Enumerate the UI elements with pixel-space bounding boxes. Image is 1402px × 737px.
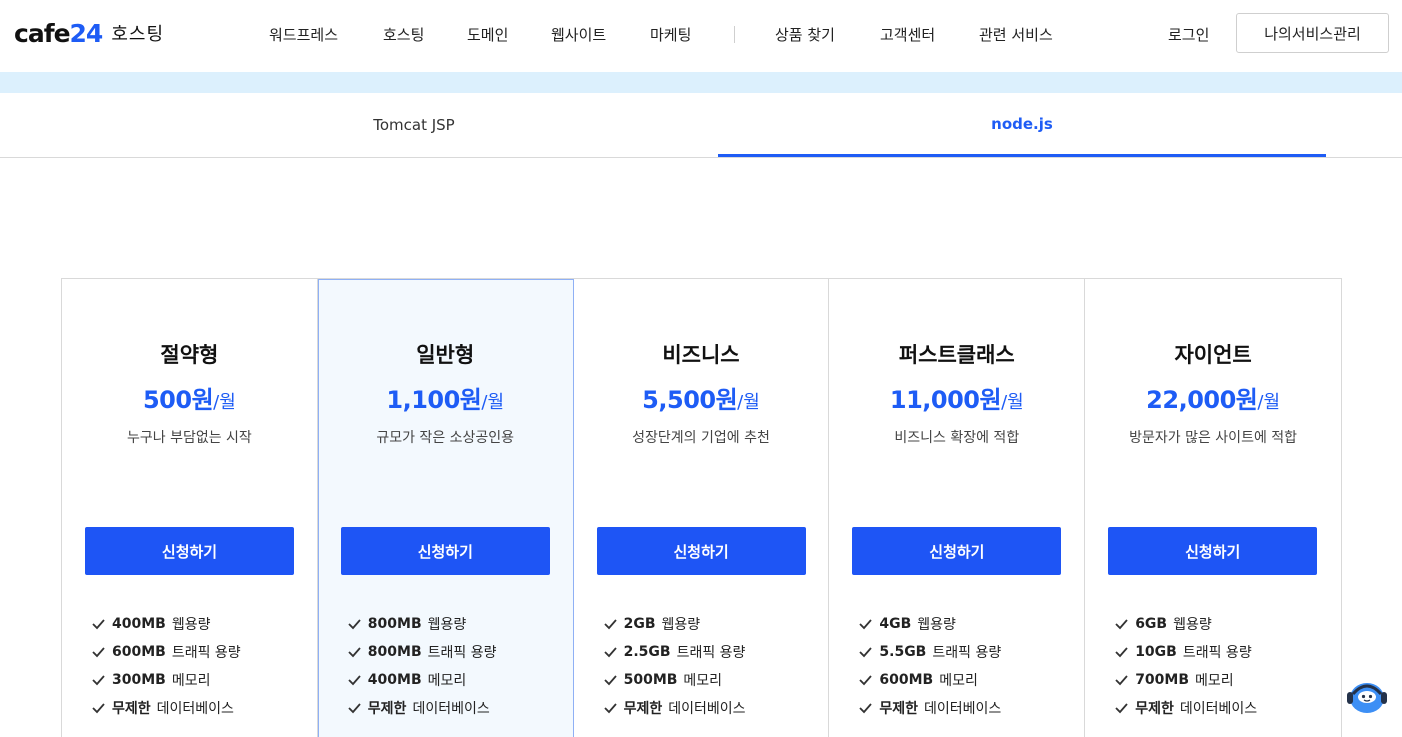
check-icon	[603, 619, 617, 630]
plan-card-firstclass: 퍼스트클래스 11,000원/월 비즈니스 확장에 적합 신청하기 4GB 웹용량…	[829, 279, 1086, 737]
check-icon	[1115, 703, 1128, 714]
check-icon	[92, 703, 105, 714]
feature-item: 5.5GB 트래픽 용량	[858, 638, 1001, 666]
check-icon	[92, 675, 105, 686]
my-service-button[interactable]: 나의서비스관리	[1236, 13, 1389, 53]
feature-item: 600MB 트래픽 용량	[91, 638, 241, 666]
feature-item: 800MB 트래픽 용량	[347, 638, 496, 666]
feature-item: 무제한 데이터베이스	[603, 694, 746, 722]
plan-name: 자이언트	[1174, 343, 1252, 367]
feature-item: 무제한 데이터베이스	[858, 694, 1001, 722]
feature-item: 무제한 데이터베이스	[347, 694, 497, 722]
logo-mark: cafe24	[14, 18, 103, 48]
check-icon	[348, 675, 361, 686]
login-link[interactable]: 로그인	[1168, 24, 1209, 45]
feature-item: 300MB 메모리	[91, 666, 241, 694]
feature-item: 무제한 데이터베이스	[91, 694, 241, 722]
check-icon	[1115, 647, 1128, 658]
tab-tomcat-jsp[interactable]: Tomcat JSP	[110, 93, 718, 157]
logo-subtitle: 호스팅	[111, 24, 165, 45]
plan-card-saver: 절약형 500원/월 누구나 부담없는 시작 신청하기 400MB 웹용량 600…	[62, 279, 318, 737]
nav-item-find-product[interactable]: 상품 찾기	[775, 24, 835, 45]
plan-description: 성장단계의 기업에 추천	[632, 430, 770, 446]
plan-name: 비즈니스	[662, 343, 740, 367]
feature-item: 10GB 트래픽 용량	[1114, 638, 1257, 666]
plan-card-business: 비즈니스 5,500원/월 성장단계의 기업에 추천 신청하기 2GB 웹용량 2…	[574, 279, 830, 737]
check-icon	[92, 619, 105, 630]
check-icon	[348, 703, 361, 714]
nav-item-hosting[interactable]: 호스팅	[383, 24, 424, 45]
feature-item: 600MB 메모리	[858, 666, 1001, 694]
plan-price: 11,000원/월	[889, 386, 1024, 414]
plan-card-standard: 일반형 1,100원/월 규모가 작은 소상공인용 신청하기 800MB 웹용량 …	[317, 279, 574, 737]
apply-button[interactable]: 신청하기	[85, 527, 294, 575]
nav-item-wordpress[interactable]: 워드프레스	[269, 24, 338, 45]
plan-grid: 절약형 500원/월 누구나 부담없는 시작 신청하기 400MB 웹용량 600…	[61, 278, 1342, 737]
feature-list: 4GB 웹용량 5.5GB 트래픽 용량 600MB 메모리 무제한 데이터베이스	[858, 610, 1001, 722]
nav-item-customer-center[interactable]: 고객센터	[880, 24, 935, 45]
nav-item-website[interactable]: 웹사이트	[551, 24, 606, 45]
plan-price: 22,000원/월	[1146, 386, 1280, 414]
feature-list: 800MB 웹용량 800MB 트래픽 용량 400MB 메모리 무제한 데이터베이스	[347, 610, 497, 722]
feature-item: 500MB 메모리	[603, 666, 746, 694]
logo[interactable]: cafe24 호스팅	[14, 18, 164, 48]
feature-list: 400MB 웹용량 600MB 트래픽 용량 300MB 메모리 무제한 데이터베이스	[91, 610, 241, 722]
site-header: cafe24 호스팅 워드프레스 호스팅 도메인 웹사이트 마케팅 상품 찾기 …	[0, 0, 1402, 72]
nav-item-related-services[interactable]: 관련 서비스	[979, 24, 1053, 45]
plan-description: 누구나 부담없는 시작	[126, 430, 252, 446]
feature-item: 6GB 웹용량	[1114, 610, 1257, 638]
apply-button[interactable]: 신청하기	[596, 527, 806, 575]
top-banner-strip	[0, 72, 1402, 93]
check-icon	[859, 647, 873, 658]
plan-name: 일반형	[416, 343, 475, 367]
check-icon	[348, 619, 361, 630]
apply-button[interactable]: 신청하기	[340, 527, 550, 575]
feature-item: 400MB 메모리	[347, 666, 497, 694]
check-icon	[92, 647, 105, 658]
check-icon	[1115, 675, 1128, 686]
check-icon	[603, 647, 617, 658]
apply-button[interactable]: 신청하기	[852, 527, 1062, 575]
plan-card-giant: 자이언트 22,000원/월 방문자가 많은 사이트에 적합 신청하기 6GB 웹…	[1085, 279, 1341, 737]
check-icon	[1115, 619, 1128, 630]
plan-description: 방문자가 많은 사이트에 적합	[1129, 430, 1298, 446]
plan-price: 500원/월	[142, 386, 236, 414]
feature-item: 2.5GB 트래픽 용량	[603, 638, 746, 666]
nav-item-marketing[interactable]: 마케팅	[650, 24, 691, 45]
plan-name: 퍼스트클래스	[898, 343, 1015, 367]
feature-item: 400MB 웹용량	[91, 610, 241, 638]
check-icon	[859, 703, 873, 714]
nav-divider	[734, 26, 735, 43]
plan-description: 비즈니스 확장에 적합	[894, 430, 1020, 446]
check-icon	[859, 619, 873, 630]
chatbot-icon[interactable]	[1345, 676, 1389, 716]
nav-item-domain[interactable]: 도메인	[467, 24, 508, 45]
feature-item: 700MB 메모리	[1114, 666, 1257, 694]
apply-button[interactable]: 신청하기	[1108, 527, 1318, 575]
feature-list: 6GB 웹용량 10GB 트래픽 용량 700MB 메모리 무제한 데이터베이스	[1114, 610, 1257, 722]
check-icon	[603, 703, 617, 714]
plan-name: 절약형	[160, 343, 219, 367]
plan-description: 규모가 작은 소상공인용	[376, 430, 515, 446]
feature-item: 4GB 웹용량	[858, 610, 1001, 638]
feature-item: 2GB 웹용량	[603, 610, 746, 638]
product-tabs: Tomcat JSP node.js	[0, 93, 1402, 158]
feature-item: 800MB 웹용량	[347, 610, 497, 638]
check-icon	[859, 675, 873, 686]
tab-nodejs[interactable]: node.js	[718, 93, 1326, 157]
check-icon	[603, 675, 617, 686]
check-icon	[348, 647, 361, 658]
plan-price: 5,500원/월	[642, 386, 760, 414]
plan-price: 1,100원/월	[386, 386, 504, 414]
feature-list: 2GB 웹용량 2.5GB 트래픽 용량 500MB 메모리 무제한 데이터베이스	[603, 610, 746, 722]
feature-item: 무제한 데이터베이스	[1114, 694, 1257, 722]
